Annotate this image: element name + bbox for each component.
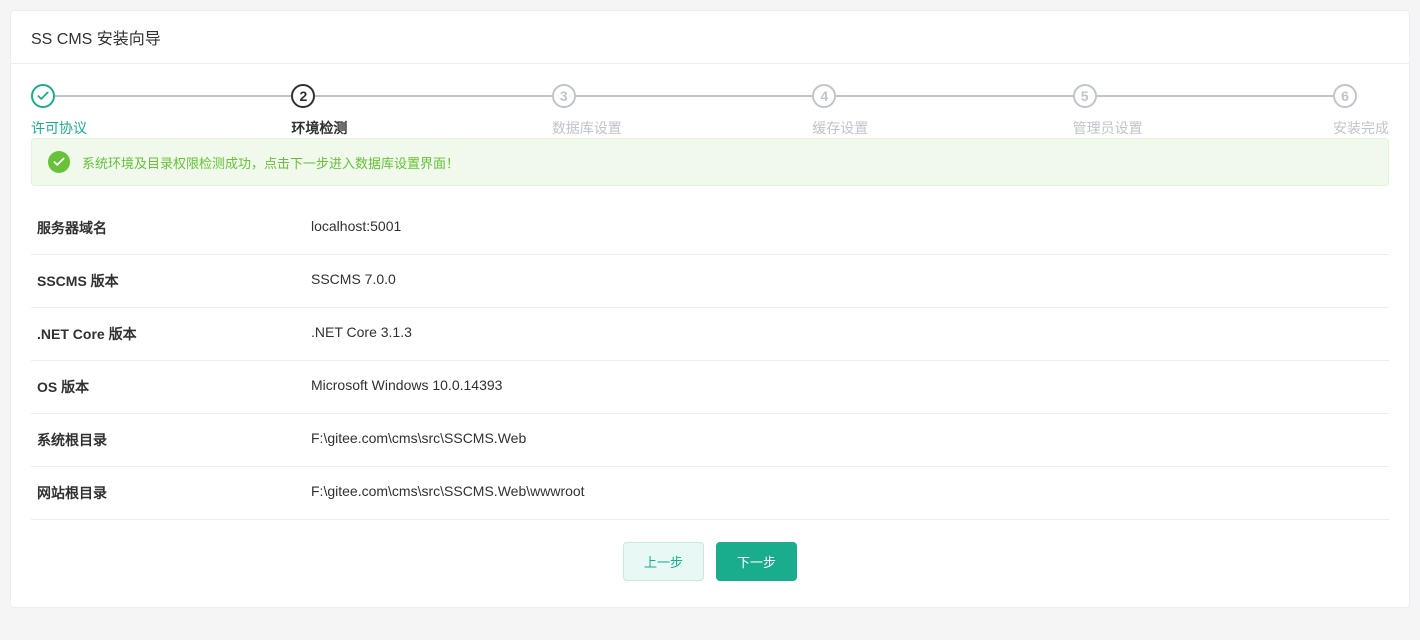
info-value: .NET Core 3.1.3 xyxy=(311,324,1389,344)
step-icon-pending: 5 xyxy=(1073,84,1097,108)
table-row: 系统根目录 F:\gitee.com\cms\src\SSCMS.Web xyxy=(31,414,1389,467)
step-label: 安装完成 xyxy=(1333,118,1389,138)
step-2: 2 环境检测 xyxy=(291,84,551,138)
step-icon-pending: 6 xyxy=(1333,84,1357,108)
install-wizard-card: SS CMS 安装向导 许可协议 2 环境检测 xyxy=(10,10,1410,608)
step-6: 6 安装完成 xyxy=(1333,84,1389,138)
info-label: OS 版本 xyxy=(31,377,311,397)
button-row: 上一步 下一步 xyxy=(31,542,1389,581)
table-row: .NET Core 版本 .NET Core 3.1.3 xyxy=(31,308,1389,361)
info-value: localhost:5001 xyxy=(311,218,1389,238)
success-alert: 系统环境及目录权限检测成功，点击下一步进入数据库设置界面！ xyxy=(31,138,1389,186)
step-5: 5 管理员设置 xyxy=(1073,84,1333,138)
step-label: 许可协议 xyxy=(31,118,291,138)
info-table: 服务器域名 localhost:5001 SSCMS 版本 SSCMS 7.0.… xyxy=(31,202,1389,520)
info-label: SSCMS 版本 xyxy=(31,271,311,291)
info-label: 服务器域名 xyxy=(31,218,311,238)
alert-message: 系统环境及目录权限检测成功，点击下一步进入数据库设置界面！ xyxy=(82,153,459,172)
table-row: 网站根目录 F:\gitee.com\cms\src\SSCMS.Web\www… xyxy=(31,467,1389,520)
page-title: SS CMS 安装向导 xyxy=(11,11,1409,64)
info-value: F:\gitee.com\cms\src\SSCMS.Web xyxy=(311,430,1389,450)
check-icon xyxy=(36,89,50,103)
table-row: 服务器域名 localhost:5001 xyxy=(31,202,1389,255)
check-circle-icon xyxy=(48,151,70,173)
info-value: F:\gitee.com\cms\src\SSCMS.Web\wwwroot xyxy=(311,483,1389,503)
info-label: 系统根目录 xyxy=(31,430,311,450)
info-label: 网站根目录 xyxy=(31,483,311,503)
table-row: OS 版本 Microsoft Windows 10.0.14393 xyxy=(31,361,1389,414)
step-label: 管理员设置 xyxy=(1073,118,1333,138)
prev-button[interactable]: 上一步 xyxy=(623,542,704,581)
step-3: 3 数据库设置 xyxy=(552,84,812,138)
step-icon-done xyxy=(31,84,55,108)
card-body: 许可协议 2 环境检测 3 数据库设置 4 xyxy=(11,64,1409,607)
step-icon-active: 2 xyxy=(291,84,315,108)
step-icon-pending: 4 xyxy=(812,84,836,108)
step-label: 环境检测 xyxy=(291,118,551,138)
table-row: SSCMS 版本 SSCMS 7.0.0 xyxy=(31,255,1389,308)
info-value: Microsoft Windows 10.0.14393 xyxy=(311,377,1389,397)
next-button[interactable]: 下一步 xyxy=(716,542,797,581)
info-value: SSCMS 7.0.0 xyxy=(311,271,1389,291)
info-label: .NET Core 版本 xyxy=(31,324,311,344)
step-icon-pending: 3 xyxy=(552,84,576,108)
step-1: 许可协议 xyxy=(31,84,291,138)
step-label: 缓存设置 xyxy=(812,118,1072,138)
step-4: 4 缓存设置 xyxy=(812,84,1072,138)
step-label: 数据库设置 xyxy=(552,118,812,138)
steps-bar: 许可协议 2 环境检测 3 数据库设置 4 xyxy=(31,84,1389,138)
